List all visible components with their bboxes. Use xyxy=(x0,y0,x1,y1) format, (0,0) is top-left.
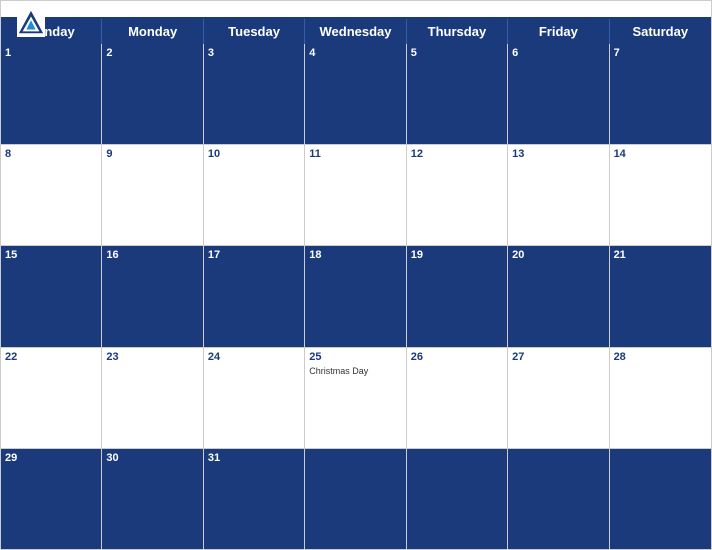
day-number: 2 xyxy=(106,46,198,61)
day-cell: 16 xyxy=(102,246,203,346)
day-header-thursday: Thursday xyxy=(407,19,508,44)
day-number: 31 xyxy=(208,451,300,466)
day-header-wednesday: Wednesday xyxy=(305,19,406,44)
day-number: 23 xyxy=(106,350,198,365)
day-cell: 15 xyxy=(1,246,102,346)
day-number: 20 xyxy=(512,248,604,263)
day-number: 6 xyxy=(512,46,604,61)
day-number: 3 xyxy=(208,46,300,61)
day-cell: 20 xyxy=(508,246,609,346)
week-row-3: 15 16 17 18 19 20 21 xyxy=(1,246,711,347)
day-headers: SundayMondayTuesdayWednesdayThursdayFrid… xyxy=(1,19,711,44)
day-cell: 7 xyxy=(610,44,711,144)
day-cell: 29 xyxy=(1,449,102,549)
day-cell xyxy=(305,449,406,549)
day-cell: 1 xyxy=(1,44,102,144)
calendar-grid: SundayMondayTuesdayWednesdayThursdayFrid… xyxy=(1,17,711,549)
day-header-saturday: Saturday xyxy=(610,19,711,44)
day-cell xyxy=(610,449,711,549)
day-number: 11 xyxy=(309,147,401,162)
day-number: 26 xyxy=(411,350,503,365)
day-cell: 2 xyxy=(102,44,203,144)
day-number: 1 xyxy=(5,46,97,61)
day-cell: 3 xyxy=(204,44,305,144)
logo-icon xyxy=(17,9,45,37)
day-cell: 4 xyxy=(305,44,406,144)
day-number: 25 xyxy=(309,350,401,365)
day-number: 18 xyxy=(309,248,401,263)
day-number: 14 xyxy=(614,147,707,162)
day-cell xyxy=(407,449,508,549)
day-number: 30 xyxy=(106,451,198,466)
day-cell: 27 xyxy=(508,348,609,448)
day-cell: 10 xyxy=(204,145,305,245)
week-row-4: 22 23 24 25Christmas Day 26 27 28 xyxy=(1,348,711,449)
day-cell: 18 xyxy=(305,246,406,346)
day-number: 12 xyxy=(411,147,503,162)
day-cell: 26 xyxy=(407,348,508,448)
calendar-header xyxy=(1,1,711,17)
day-number: 8 xyxy=(5,147,97,162)
day-number: 7 xyxy=(614,46,707,61)
day-cell: 25Christmas Day xyxy=(305,348,406,448)
day-number: 5 xyxy=(411,46,503,61)
event-label: Christmas Day xyxy=(309,366,401,377)
day-cell: 24 xyxy=(204,348,305,448)
day-cell: 21 xyxy=(610,246,711,346)
week-row-1: 1234567 xyxy=(1,44,711,145)
day-number: 22 xyxy=(5,350,97,365)
day-cell: 28 xyxy=(610,348,711,448)
week-row-5: 29 30 31 xyxy=(1,449,711,549)
day-cell: 19 xyxy=(407,246,508,346)
day-header-tuesday: Tuesday xyxy=(204,19,305,44)
day-number: 9 xyxy=(106,147,198,162)
day-cell: 5 xyxy=(407,44,508,144)
day-number: 29 xyxy=(5,451,97,466)
day-number: 19 xyxy=(411,248,503,263)
day-cell xyxy=(508,449,609,549)
day-number: 16 xyxy=(106,248,198,263)
day-number: 17 xyxy=(208,248,300,263)
day-cell: 31 xyxy=(204,449,305,549)
day-header-monday: Monday xyxy=(102,19,203,44)
day-cell: 22 xyxy=(1,348,102,448)
week-row-2: 89 10 11 12 13 14 xyxy=(1,145,711,246)
day-number: 28 xyxy=(614,350,707,365)
day-number: 4 xyxy=(309,46,401,61)
day-cell: 30 xyxy=(102,449,203,549)
day-number: 21 xyxy=(614,248,707,263)
day-number: 13 xyxy=(512,147,604,162)
day-cell: 14 xyxy=(610,145,711,245)
day-number: 24 xyxy=(208,350,300,365)
day-number: 15 xyxy=(5,248,97,263)
day-cell: 9 xyxy=(102,145,203,245)
day-cell: 13 xyxy=(508,145,609,245)
day-cell: 17 xyxy=(204,246,305,346)
weeks: 1234567891011121314151617181920212223242… xyxy=(1,44,711,549)
day-cell: 23 xyxy=(102,348,203,448)
day-number: 27 xyxy=(512,350,604,365)
day-cell: 12 xyxy=(407,145,508,245)
logo xyxy=(17,9,48,37)
day-cell: 8 xyxy=(1,145,102,245)
calendar: SundayMondayTuesdayWednesdayThursdayFrid… xyxy=(0,0,712,550)
day-cell: 6 xyxy=(508,44,609,144)
day-header-friday: Friday xyxy=(508,19,609,44)
day-cell: 11 xyxy=(305,145,406,245)
day-number: 10 xyxy=(208,147,300,162)
